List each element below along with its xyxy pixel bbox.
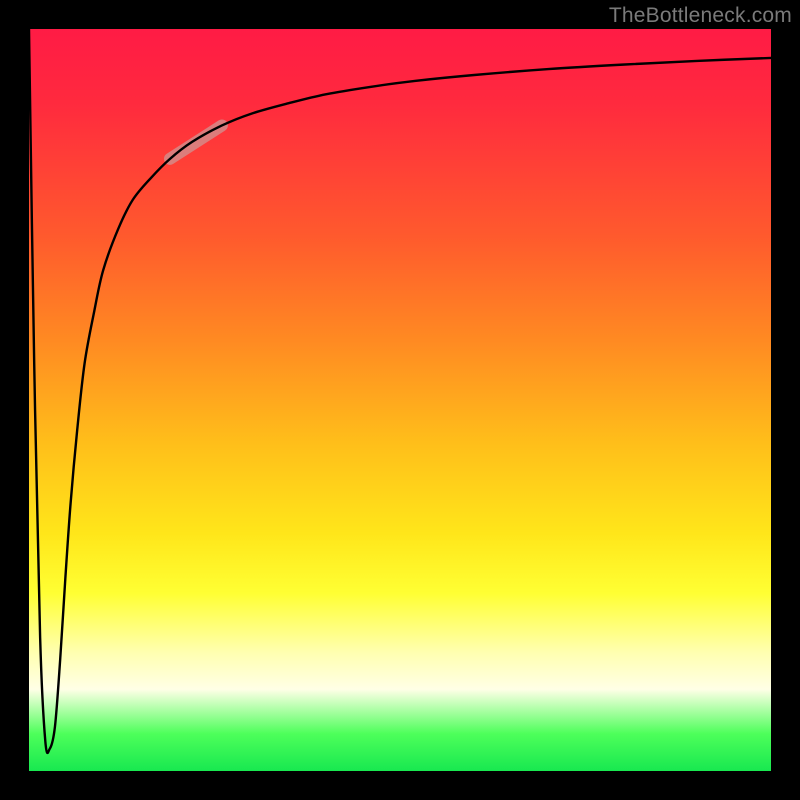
bottleneck-curve (29, 29, 771, 753)
chart-frame: TheBottleneck.com (0, 0, 800, 800)
chart-svg (29, 29, 771, 771)
chart-plot-area (29, 29, 771, 771)
watermark-text: TheBottleneck.com (609, 4, 792, 28)
